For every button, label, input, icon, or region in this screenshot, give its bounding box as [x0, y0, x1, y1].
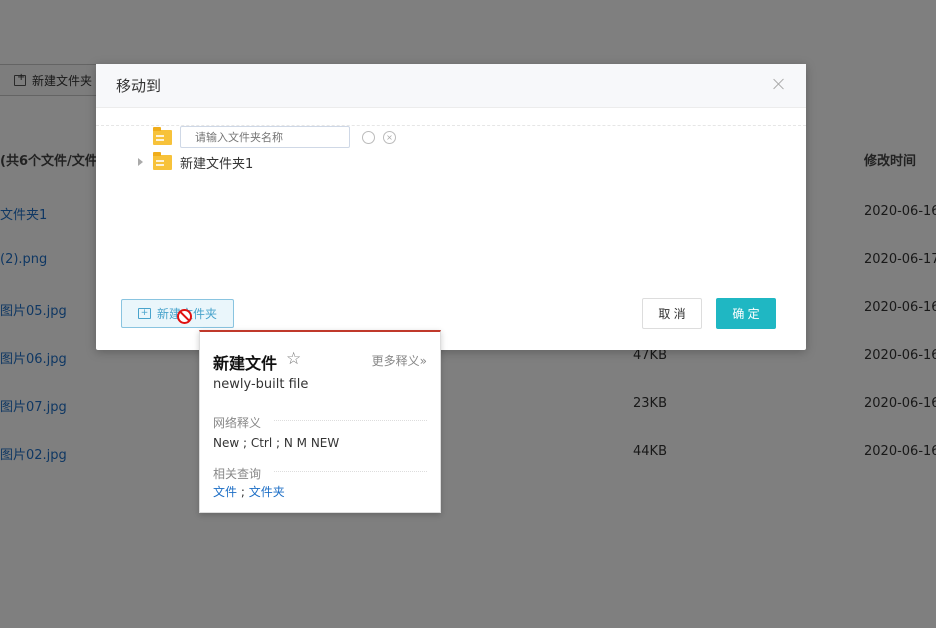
more-definitions-link[interactable]: 更多释义» [372, 352, 427, 369]
related-link[interactable]: 文件 [213, 485, 237, 499]
divider [274, 471, 427, 472]
web-definitions-text: New ; Ctrl ; N M NEW [213, 436, 340, 450]
tree-item-folder[interactable]: 新建文件夹1 [96, 150, 806, 174]
not-allowed-cursor-icon [177, 309, 192, 324]
confirm-check-icon[interactable] [362, 131, 375, 144]
related-queries-title: 相关查询 [213, 467, 262, 481]
dict-word: 新建文件 [213, 354, 278, 373]
dictionary-popup: 新建文件 ☆ 更多释义» newly-built file 网络释义 New ;… [199, 330, 441, 513]
related-queries: 文件 ; 文件夹 [213, 483, 285, 500]
related-link[interactable]: 文件夹 [249, 485, 285, 499]
confirm-button[interactable]: 确 定 [716, 298, 776, 329]
folder-icon [153, 151, 172, 170]
related-separator: ; [237, 485, 249, 499]
folder-icon [153, 127, 172, 145]
web-definitions-title: 网络释义 [213, 416, 262, 430]
dialog-title: 移动到 [116, 77, 162, 95]
tree-item-label: 新建文件夹1 [180, 156, 254, 172]
divider [274, 420, 427, 421]
move-to-dialog: 移动到 × 新建文件夹1 + 新建文件夹 取 消 确 定 [96, 64, 806, 350]
dialog-header: 移动到 [96, 64, 806, 108]
folder-plus-icon: + [138, 308, 151, 319]
expand-arrow-icon[interactable] [138, 158, 143, 166]
new-folder-tree-row: × [96, 125, 806, 149]
cancel-x-icon[interactable]: × [383, 131, 396, 144]
close-icon[interactable] [772, 77, 786, 91]
folder-name-input[interactable] [180, 126, 350, 148]
dict-translation: newly-built file [213, 377, 309, 392]
cancel-button[interactable]: 取 消 [642, 298, 702, 329]
star-icon[interactable]: ☆ [286, 349, 301, 369]
